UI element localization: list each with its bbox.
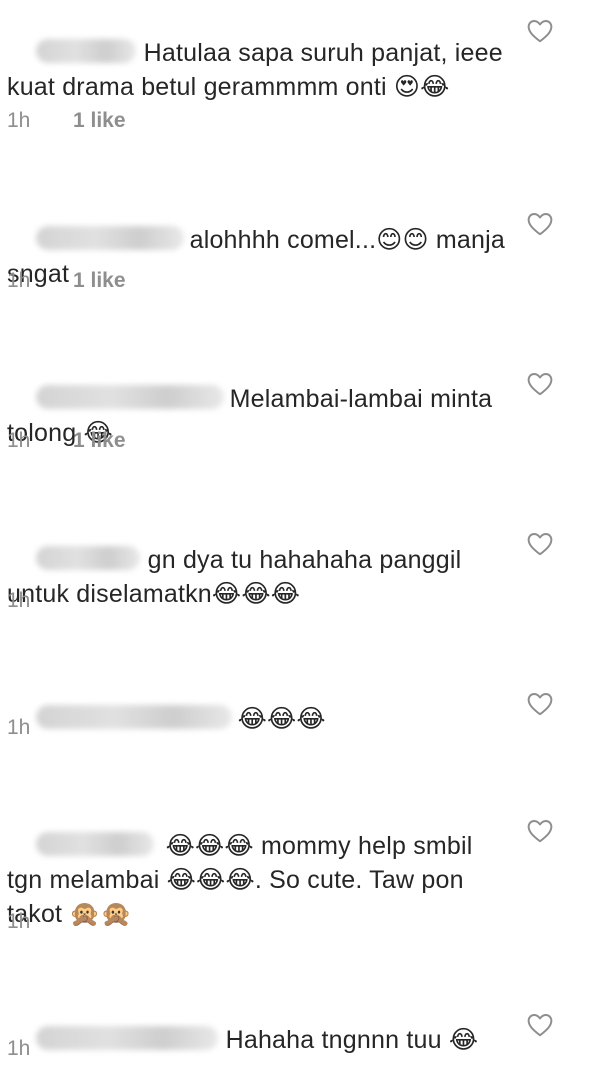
comment-text-block: 😂😂😂 [7, 668, 507, 770]
blurred-username[interactable] [35, 39, 136, 63]
comment-time: 1h [7, 269, 31, 292]
comment-time: 1h [7, 429, 31, 452]
comment-meta: 1h [7, 1037, 73, 1061]
like-heart-icon[interactable] [527, 692, 553, 716]
comment-meta: 1h 1 like [7, 109, 126, 133]
comment-time: 1h [7, 1037, 31, 1060]
comment-like-count[interactable]: 1 like [73, 429, 126, 452]
comment-time: 1h [7, 109, 31, 132]
like-heart-icon[interactable] [527, 819, 553, 843]
comment-text-block: gn dya tu hahahaha panggil untuk diselam… [7, 509, 507, 645]
like-heart-icon[interactable] [527, 372, 553, 396]
like-heart-icon[interactable] [527, 1013, 553, 1037]
comment-meta: 1h [7, 589, 73, 613]
like-heart-icon[interactable] [527, 19, 553, 43]
blurred-username[interactable] [35, 226, 184, 250]
comment-meta: 1h [7, 716, 73, 740]
comment-time: 1h [7, 910, 31, 933]
like-heart-icon[interactable] [527, 212, 553, 236]
blurred-username[interactable] [35, 832, 154, 856]
comment-meta: 1h 1 like [7, 269, 126, 293]
comment-time: 1h [7, 589, 31, 612]
blurred-username[interactable] [35, 385, 224, 409]
comment-text: 😂😂😂 [237, 705, 326, 733]
comment-meta: 1h [7, 910, 73, 934]
comment-text-block: Melambai-lambai minta tolong 😂 [7, 348, 507, 484]
comment-text-block: Hahaha tngnnn tuu 😂 [7, 989, 507, 1091]
comment-text-block: 😂😂😂 mommy help smbil tgn melambai 😂😂😂. S… [7, 795, 507, 965]
comment-meta: 1h 1 like [7, 429, 126, 453]
comment-text-block: alohhhh comel...😊😊 manja sngat [7, 189, 507, 325]
comment-like-count[interactable]: 1 like [73, 269, 126, 292]
comment-text: Hahaha tngnnn tuu 😂 [225, 1026, 479, 1054]
comment-time: 1h [7, 716, 31, 739]
comment-like-count[interactable]: 1 like [73, 109, 126, 132]
like-heart-icon[interactable] [527, 532, 553, 556]
blurred-username[interactable] [35, 546, 140, 570]
